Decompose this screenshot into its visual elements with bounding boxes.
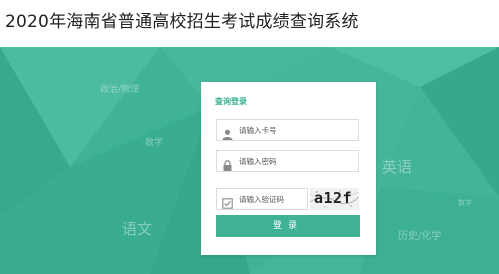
bg-word-math: 数学 [145,138,164,148]
captcha-image[interactable]: a12f [310,188,359,210]
captcha-text: a12f [314,189,353,207]
bg-word-politics-physics: 政治/物理 [100,85,140,95]
bg-word-chinese: 语文 [122,220,153,238]
user-icon [222,125,233,140]
password-field[interactable]: 请输入密码 [216,150,359,172]
verify-icon [222,194,233,209]
page-header: 2020年海南省普通高校招生考试成绩查询系统 [0,0,499,47]
password-placeholder: 请输入密码 [239,157,277,166]
login-button[interactable]: 登录 [216,215,360,237]
captcha-field[interactable]: 请输入验证码 [216,188,308,210]
card-number-field[interactable]: 请输入卡号 [216,119,359,141]
bg-word-math-2: 数学 [458,199,472,207]
lock-icon [222,156,233,171]
captcha-placeholder: 请输入验证码 [239,195,284,204]
bg-word-english: 英语 [382,158,413,176]
card-number-placeholder: 请输入卡号 [239,126,277,135]
login-title: 查询登录 [215,97,247,106]
bg-word-history-chemistry: 历史/化学 [398,231,442,242]
login-card: 查询登录 请输入卡号 请输入密码 请输入验证码 a12f 登录 [201,82,376,255]
page-title: 2020年海南省普通高校招生考试成绩查询系统 [5,12,359,32]
